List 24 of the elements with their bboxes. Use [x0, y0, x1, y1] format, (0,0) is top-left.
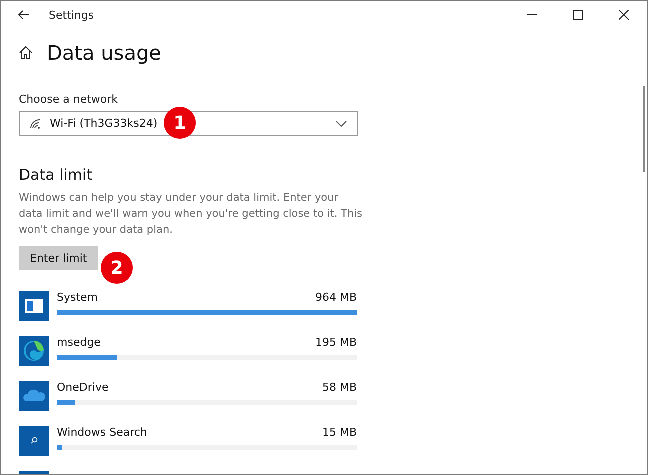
description: Windows can help you stay under your data limit. Enter your data limit and we'll warn you when you're getting close to it. This won't change your data plan.	[19, 191, 364, 238]
app-name: OneDrive	[57, 381, 109, 396]
app-usage: 964 MB	[315, 291, 357, 306]
window-title: Settings	[49, 8, 96, 22]
home-icon[interactable]	[19, 46, 33, 60]
search-app-icon	[19, 426, 49, 456]
chevron-down-icon	[336, 120, 347, 126]
step-badge: 1	[164, 107, 196, 139]
scrollbar[interactable]	[643, 86, 645, 172]
app-usage: 58 MB	[322, 381, 357, 396]
app-name: Windows Search	[57, 426, 148, 441]
app-usage: 15 MB	[322, 426, 357, 441]
step-badge: 2	[101, 252, 133, 284]
app-name: System	[57, 291, 98, 306]
section-title: Data limit	[19, 166, 94, 184]
wifi-icon	[30, 118, 42, 128]
app-name: msedge	[57, 336, 101, 351]
browser-app-icon	[19, 336, 49, 366]
enter-limit-button[interactable]: Enter limit	[19, 246, 98, 270]
page-title: Data usage	[47, 41, 162, 65]
app-usage: 195 MB	[315, 336, 357, 351]
cloud-app-icon	[19, 381, 49, 411]
system-app-icon	[19, 291, 49, 321]
network-label: Choose a network	[19, 93, 120, 106]
